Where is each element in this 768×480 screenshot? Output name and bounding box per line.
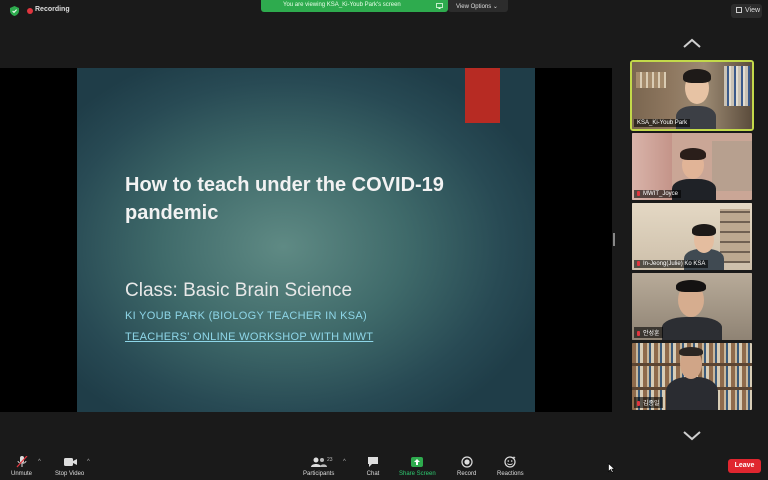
slide-accent-bar (465, 68, 500, 123)
participant-tile[interactable]: In-Jeong(Julie) Ko KSA (632, 203, 752, 270)
presentation-slide: How to teach under the COVID-19 pandemic… (77, 68, 535, 412)
participants-label: Participants (303, 471, 335, 477)
recording-label[interactable]: Recording (35, 6, 70, 13)
participant-tile[interactable]: KSA_Ki-Youb Park (630, 60, 754, 131)
meeting-toolbar: Unmute ^ Stop Video ^ Participants 23 ^ (0, 450, 768, 480)
recording-dot-icon (27, 8, 33, 14)
video-options-caret[interactable]: ^ (87, 459, 90, 465)
chevron-down-icon: ⌄ (492, 4, 498, 10)
view-options-label: View Options (456, 4, 492, 10)
slide-workshop-link: TEACHERS' ONLINE WORKSHOP WITH MIWT (125, 331, 374, 343)
microphone-muted-icon (637, 331, 640, 336)
participant-name: 김종일 (643, 401, 660, 407)
grid-view-icon (736, 7, 742, 13)
stop-video-button[interactable]: Stop Video (55, 456, 84, 477)
microphone-muted-icon (637, 261, 640, 266)
chat-label: Chat (366, 471, 380, 477)
view-button[interactable]: View (731, 4, 762, 18)
view-options-button[interactable]: View Options ⌄ (448, 0, 508, 12)
share-screen-indicator-icon (436, 3, 443, 9)
participant-name: MWIT_Joyce (643, 191, 679, 197)
leave-button[interactable]: Leave (728, 459, 761, 473)
participant-name: KSA_Ki-Youb Park (634, 119, 691, 127)
view-button-label: View (745, 7, 761, 14)
microphone-muted-icon (637, 401, 640, 406)
participant-tile[interactable]: MWIT_Joyce (632, 133, 752, 200)
microphone-muted-icon (16, 456, 27, 468)
unmute-label: Unmute (11, 471, 33, 477)
chevron-down-icon[interactable] (683, 431, 701, 441)
share-banner-text: You are viewing KSA_Ki-Youb Park's scree… (283, 2, 401, 8)
microphone-muted-icon (637, 191, 640, 196)
reactions-button[interactable]: Reactions (497, 456, 524, 477)
participant-tile[interactable]: 안성훈 (632, 273, 752, 340)
screen-share-banner: You are viewing KSA_Ki-Youb Park's scree… (261, 0, 448, 12)
slide-author-line: KI YOUB PARK (BIOLOGY TEACHER IN KSA) (125, 310, 367, 322)
share-screen-button[interactable]: Share Screen (399, 456, 436, 477)
cursor-icon (608, 463, 615, 473)
participants-count: 23 (327, 457, 333, 463)
shield-icon[interactable] (10, 6, 19, 16)
share-screen-label: Share Screen (399, 471, 436, 477)
participants-options-caret[interactable]: ^ (343, 459, 346, 465)
audio-options-caret[interactable]: ^ (38, 459, 41, 465)
slide-class-line: Class: Basic Brain Science (125, 280, 353, 301)
participant-tile[interactable]: 김종일 (632, 343, 752, 410)
record-label: Record (457, 471, 477, 477)
participants-icon (310, 457, 327, 467)
split-view-handle[interactable] (613, 233, 615, 246)
chevron-up-icon[interactable] (683, 38, 701, 48)
chat-button[interactable]: Chat (366, 456, 380, 477)
participant-name: In-Jeong(Julie) Ko KSA (643, 261, 706, 267)
record-button[interactable]: Record (457, 456, 476, 477)
unmute-button[interactable]: Unmute (11, 456, 32, 477)
chat-bubble-icon (368, 457, 378, 467)
share-screen-icon (411, 457, 424, 467)
video-camera-icon (63, 458, 77, 466)
shared-screen-area: How to teach under the COVID-19 pandemic… (0, 68, 612, 412)
stop-video-label: Stop Video (55, 471, 85, 477)
zoom-meeting-window: Recording You are viewing KSA_Ki-Youb Pa… (0, 0, 768, 480)
record-icon (461, 456, 473, 468)
participant-name: 안성훈 (643, 331, 660, 337)
reactions-icon (504, 456, 516, 468)
slide-title: How to teach under the COVID-19 pandemic (125, 174, 444, 224)
reactions-label: Reactions (497, 471, 524, 477)
top-bar: Recording You are viewing KSA_Ki-Youb Pa… (0, 0, 768, 22)
